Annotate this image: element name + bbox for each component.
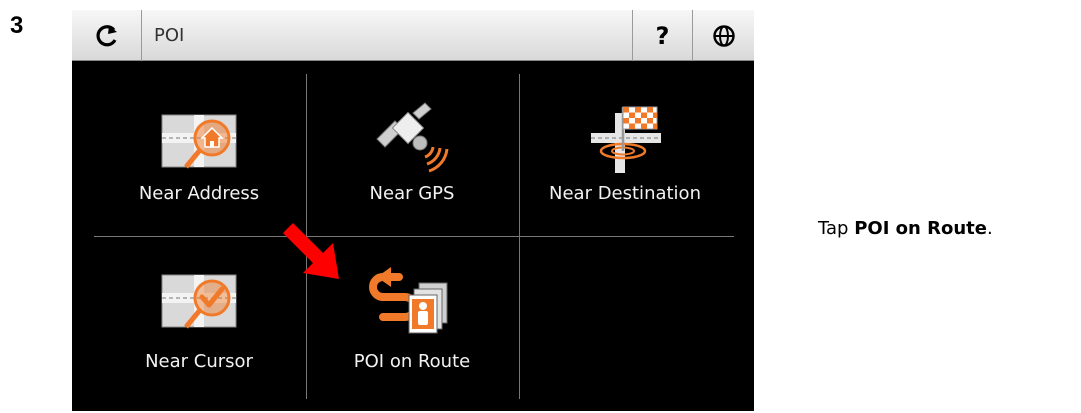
- satellite-icon: [376, 102, 449, 173]
- refresh-back-icon: [95, 24, 117, 46]
- page-title: POI: [154, 25, 185, 46]
- pointer-arrow-icon: [283, 223, 339, 279]
- route-poi-icon: [369, 267, 448, 334]
- menu-item-label: Near GPS: [369, 183, 455, 204]
- map-house-icon: [161, 114, 237, 169]
- instruction-text: Tap POI on Route.: [818, 218, 993, 239]
- device-screen: POI ? Near Address Near GPS Near Destina…: [72, 10, 754, 411]
- globe-icon: [712, 24, 735, 47]
- map-checkmark-icon: [161, 274, 237, 329]
- menu-item-near-cursor[interactable]: Near Cursor: [94, 237, 304, 402]
- help-button[interactable]: ?: [632, 10, 692, 61]
- menu-item-label: POI on Route: [353, 351, 471, 372]
- instruction-emphasis: POI on Route: [854, 218, 987, 239]
- help-label: ?: [655, 21, 670, 50]
- menu-item-near-address[interactable]: Near Address: [94, 65, 304, 230]
- menu-item-near-destination[interactable]: Near Destination: [520, 65, 730, 230]
- menu-item-label: Near Destination: [549, 183, 701, 204]
- instruction-prefix: Tap: [818, 218, 855, 239]
- step-number: 3: [10, 12, 24, 39]
- back-button[interactable]: [72, 10, 142, 61]
- title-bar: POI ?: [72, 10, 754, 61]
- menu-item-label: Near Cursor: [145, 351, 253, 372]
- menu-item-near-gps[interactable]: Near GPS: [307, 65, 517, 230]
- checkered-flag-icon: [591, 106, 661, 173]
- globe-button[interactable]: [692, 10, 754, 61]
- menu-item-label: Near Address: [138, 183, 260, 204]
- instruction-suffix: .: [986, 218, 993, 239]
